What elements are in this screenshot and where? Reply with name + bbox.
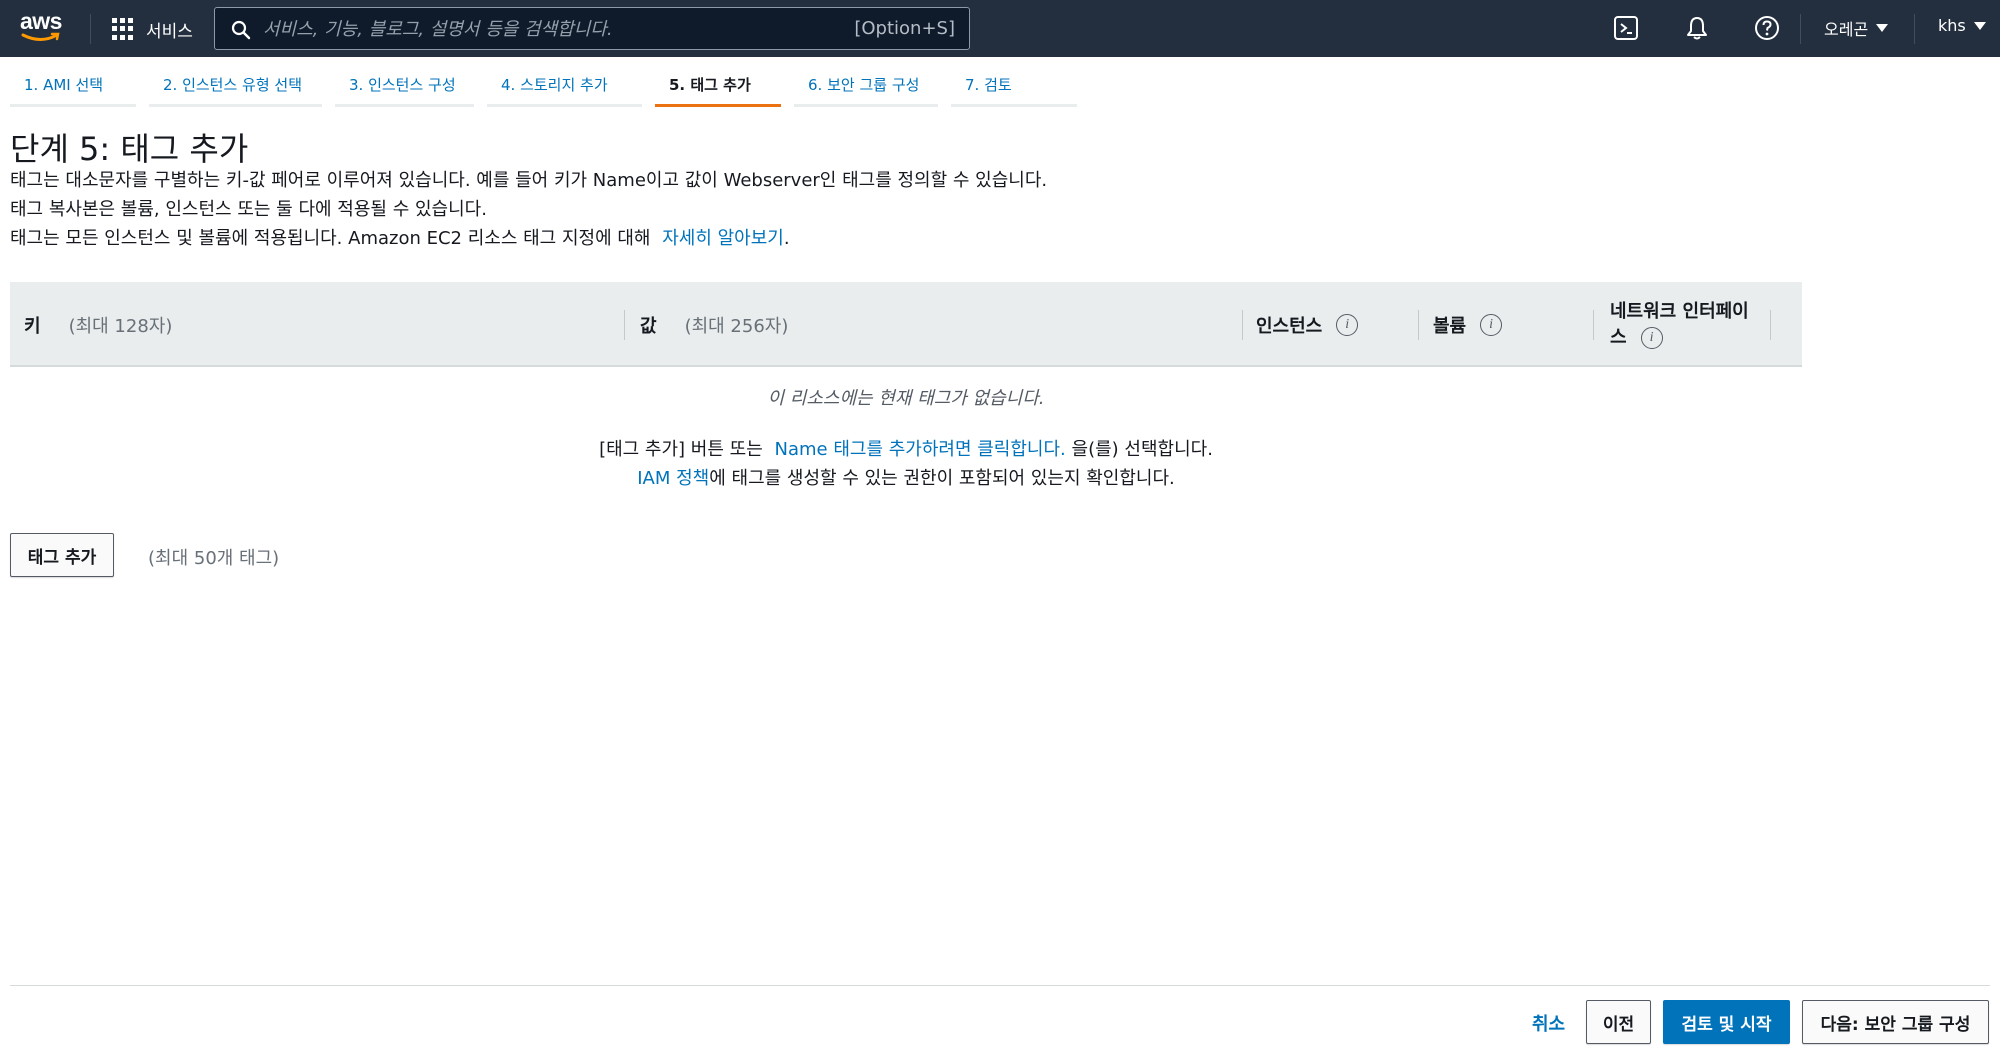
column-header-volumes: 볼륨 i: [1433, 282, 1503, 367]
empty-hint-text: 에 태그를 생성할 수 있는 권한이 포함되어 있는지 확인합니다.: [709, 468, 1175, 489]
tab-ami-select[interactable]: 1. AMI 선택: [10, 69, 136, 107]
tags-table: 키 (최대 128자) 값 (최대 256자) 인스턴스 i 볼륨 i 네트워크…: [10, 282, 1802, 489]
add-tag-button[interactable]: 태그 추가: [10, 533, 114, 577]
column-volumes-label: 볼륨: [1433, 315, 1467, 337]
column-network-label-line2-wrap: 스 i: [1610, 325, 1663, 351]
top-navigation-bar: aws 서비스 [Option+S] 오레곤: [0, 0, 2000, 57]
notifications-bell-icon[interactable]: [1683, 14, 1711, 42]
column-divider: [1593, 310, 1594, 340]
table-header: 키 (최대 128자) 값 (최대 256자) 인스턴스 i 볼륨 i 네트워크…: [10, 282, 1802, 367]
help-icon[interactable]: [1753, 14, 1781, 42]
services-menu-button[interactable]: 서비스: [112, 16, 193, 42]
search-box[interactable]: [Option+S]: [214, 7, 970, 50]
search-icon: [231, 20, 251, 40]
footer-divider: [10, 985, 1990, 986]
tab-add-tags[interactable]: 5. 태그 추가: [655, 69, 781, 107]
column-network-label-line1: 네트워크 인터페이: [1610, 300, 1749, 322]
aws-logo[interactable]: aws: [20, 10, 66, 46]
next-security-group-button[interactable]: 다음: 보안 그룹 구성: [1802, 1000, 1989, 1044]
column-header-network-interfaces: 네트워크 인터페이 스 i: [1610, 282, 1749, 367]
search-input[interactable]: [263, 14, 823, 44]
empty-hint-text: 을(를) 선택합니다.: [1071, 439, 1213, 460]
description-period: .: [783, 228, 790, 249]
tab-instance-type[interactable]: 2. 인스턴스 유형 선택: [149, 69, 322, 107]
user-menu[interactable]: khs: [1938, 16, 1986, 35]
region-label: 오레곤: [1824, 20, 1869, 39]
column-header-instances: 인스턴스 i: [1256, 282, 1359, 367]
caret-down-icon: [1973, 21, 1986, 30]
info-icon[interactable]: i: [1336, 313, 1359, 336]
search-shortcut-hint: [Option+S]: [854, 18, 955, 39]
wizard-steps: 1. AMI 선택 2. 인스턴스 유형 선택 3. 인스턴스 구성 4. 스토…: [10, 69, 1090, 109]
column-network-label-line2: 스: [1610, 326, 1627, 348]
iam-policy-link[interactable]: IAM 정책: [637, 468, 709, 489]
description-line: 태그는 모든 인스턴스 및 볼륨에 적용됩니다. Amazon EC2 리소스 …: [10, 224, 790, 250]
column-value-label: 값: [640, 315, 657, 337]
nav-divider: [1800, 14, 1801, 44]
empty-state-hint: [태그 추가] 버튼 또는 Name 태그를 추가하려면 클릭합니다. 을(를)…: [10, 435, 1802, 461]
tab-review[interactable]: 7. 검토: [951, 69, 1077, 107]
add-tag-limit-note: (최대 50개 태그): [148, 548, 280, 569]
column-value-hint: (최대 256자): [684, 315, 789, 337]
tab-security-group[interactable]: 6. 보안 그룹 구성: [794, 69, 938, 107]
review-and-launch-button[interactable]: 검토 및 시작: [1663, 1000, 1790, 1044]
cloudshell-icon[interactable]: [1612, 14, 1640, 42]
aws-logo-text: aws: [20, 8, 62, 34]
aws-smile-icon: [21, 32, 60, 41]
learn-more-link[interactable]: 자세히 알아보기: [662, 228, 784, 249]
services-label: 서비스: [146, 21, 193, 42]
description-line: 태그 복사본은 볼륨, 인스턴스 또는 둘 다에 적용될 수 있습니다.: [10, 199, 487, 220]
previous-button[interactable]: 이전: [1586, 1000, 1651, 1044]
column-instances-label: 인스턴스: [1256, 315, 1323, 337]
info-icon[interactable]: i: [1480, 313, 1503, 336]
nav-divider: [1914, 14, 1915, 44]
empty-state-message: 이 리소스에는 현재 태그가 없습니다.: [767, 388, 1045, 409]
apps-grid-icon: [112, 18, 134, 40]
caret-down-icon: [1876, 24, 1889, 32]
empty-state-hint: IAM 정책에 태그를 생성할 수 있는 권한이 포함되어 있는지 확인합니다.: [10, 464, 1802, 490]
info-icon[interactable]: i: [1640, 326, 1663, 349]
tab-add-storage[interactable]: 4. 스토리지 추가: [487, 69, 642, 107]
column-divider: [1242, 310, 1243, 340]
tab-instance-config[interactable]: 3. 인스턴스 구성: [335, 69, 474, 107]
column-header-value: 값 (최대 256자): [640, 282, 788, 367]
description-text: 태그는 모든 인스턴스 및 볼륨에 적용됩니다. Amazon EC2 리소스 …: [10, 228, 651, 249]
column-divider: [1770, 310, 1771, 340]
column-key-label: 키: [24, 315, 41, 337]
empty-hint-text: [태그 추가] 버튼 또는: [599, 439, 763, 460]
cancel-link[interactable]: 취소: [1532, 1010, 1565, 1036]
column-divider: [624, 310, 625, 340]
page-title: 단계 5: 태그 추가: [10, 130, 249, 168]
column-key-hint: (최대 128자): [68, 315, 173, 337]
column-divider: [1418, 310, 1419, 340]
description-line: 태그는 대소문자를 구별하는 키-값 페어로 이루어져 있습니다. 예를 들어 …: [10, 170, 1048, 191]
nav-divider: [90, 14, 91, 44]
column-header-key: 키 (최대 128자): [24, 282, 172, 367]
user-label: khs: [1938, 16, 1966, 35]
region-selector[interactable]: 오레곤: [1824, 16, 1889, 40]
add-name-tag-link[interactable]: Name 태그를 추가하려면 클릭합니다.: [775, 439, 1066, 460]
